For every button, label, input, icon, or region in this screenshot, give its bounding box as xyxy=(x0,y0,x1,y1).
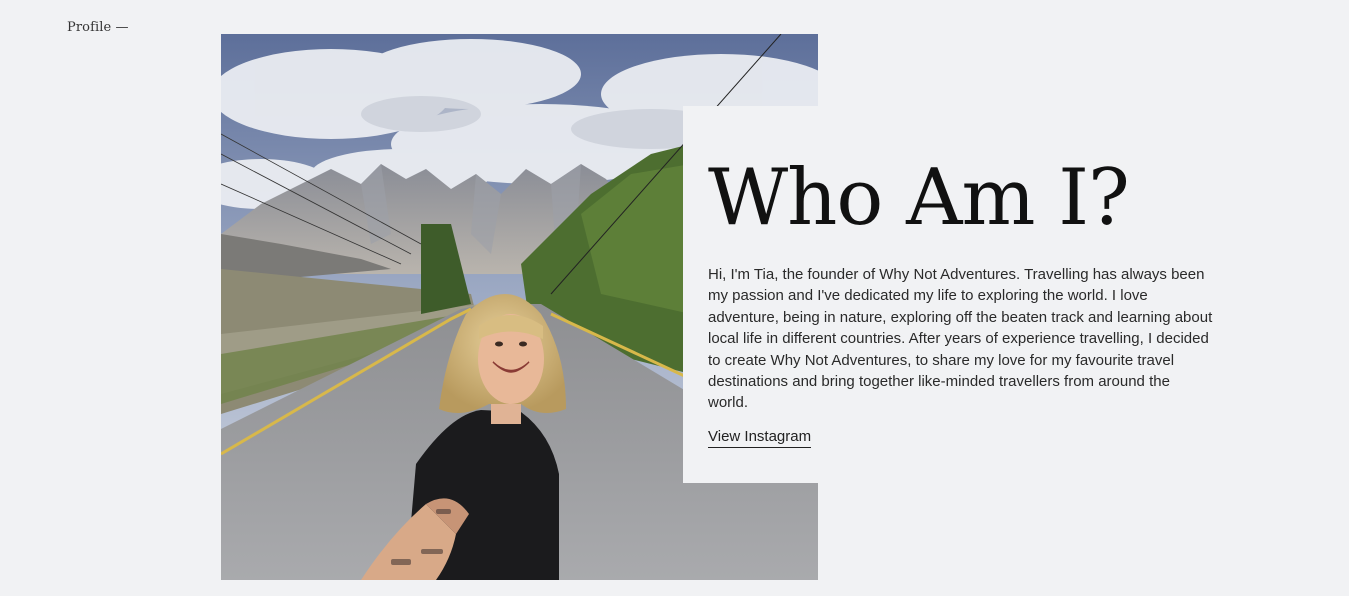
bio-text: Hi, I'm Tia, the founder of Why Not Adve… xyxy=(708,266,1213,412)
page-title: Who Am I? xyxy=(708,153,1130,243)
section-label: Profile — xyxy=(67,20,129,35)
view-instagram-link[interactable]: View Instagram xyxy=(708,428,812,448)
